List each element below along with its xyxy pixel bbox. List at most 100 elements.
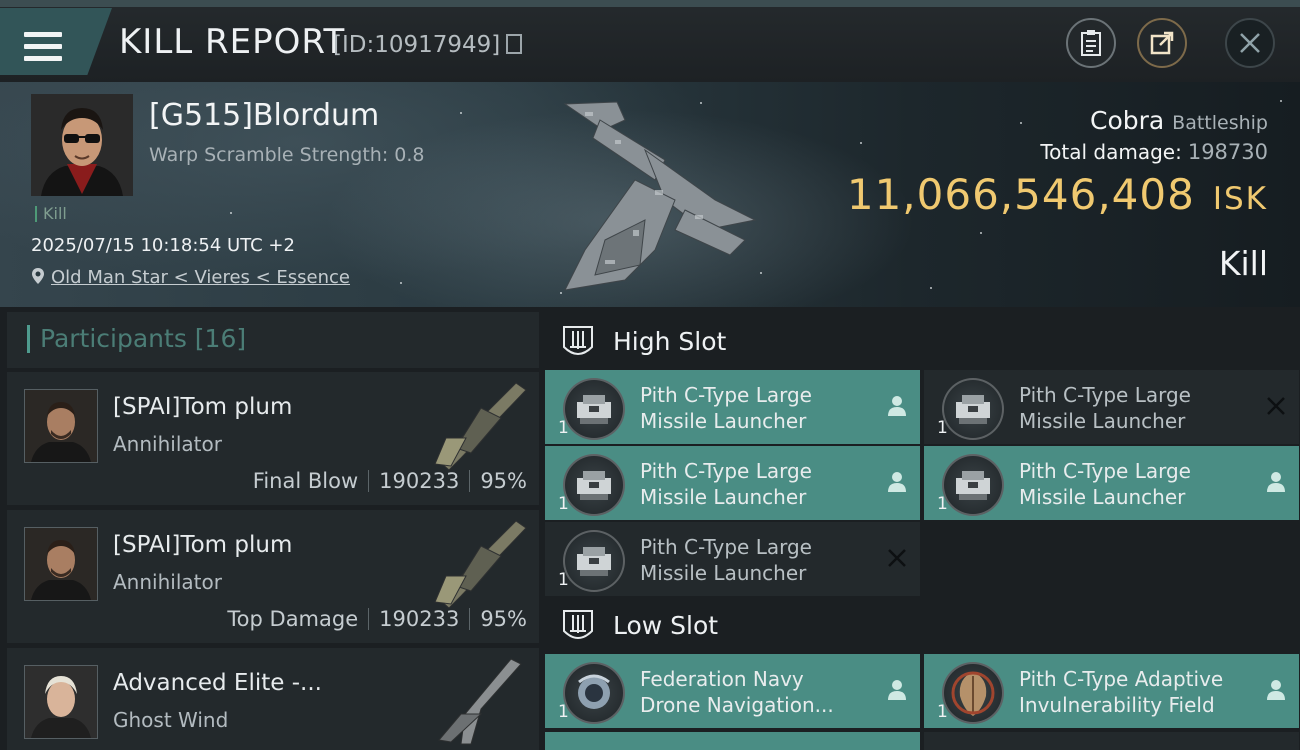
close-icon — [1240, 33, 1260, 53]
participant-role: Final Blow — [252, 469, 359, 493]
person-icon — [888, 396, 906, 416]
module-name-line2: Invulnerability Field — [1019, 693, 1215, 717]
high-slot-label: High Slot — [613, 327, 727, 356]
module-slot[interactable] — [545, 732, 920, 750]
low-slot-header: Low Slot — [545, 596, 1300, 656]
module-slot[interactable]: 1 Pith C-Type Large Missile Launcher — [545, 370, 920, 444]
total-damage: Total damage: 198730 — [1040, 140, 1268, 164]
module-slot[interactable] — [924, 732, 1299, 750]
person-icon — [888, 680, 906, 700]
module-name-line1: Federation Navy — [640, 667, 804, 691]
module-name: Federation Navy Drone Navigation... — [640, 666, 870, 718]
participant-ship-image — [438, 658, 522, 745]
isk-value: 11,066,546,408 ISK — [847, 170, 1268, 219]
share-button[interactable] — [1137, 18, 1187, 68]
participant-card[interactable]: [SPAI]Tom plum Annihilator Top Damage 190… — [7, 510, 539, 643]
participant-ship: Ghost Wind — [113, 708, 229, 732]
module-quantity: 1 — [558, 702, 569, 722]
module-quantity: 1 — [937, 702, 948, 722]
participant-name: [SPAI]Tom plum — [113, 532, 293, 558]
participant-ship: Annihilator — [113, 432, 222, 456]
low-slot-icon — [563, 610, 593, 639]
missile-launcher-icon — [942, 378, 1004, 440]
report-id[interactable]: [ID:10917949] — [333, 32, 523, 58]
menu-button[interactable] — [0, 8, 112, 75]
module-name: Pith C-Type Large Missile Launcher — [640, 382, 870, 434]
kill-location[interactable]: Old Man Star < Vieres < Essence — [31, 267, 350, 288]
kill-datetime: 2025/07/15 10:18:54 UTC +2 — [31, 235, 295, 256]
module-slot[interactable]: 1 Pith C-Type Adaptive Invulnerability Fi… — [924, 654, 1299, 728]
module-quantity: 1 — [937, 494, 948, 514]
module-quantity: 1 — [937, 418, 948, 438]
module-name-line1: Pith C-Type Large — [1019, 459, 1191, 483]
module-slot[interactable]: 1 Pith C-Type Large Missile Launcher — [924, 370, 1299, 444]
victim-name[interactable]: [G515]Blordum — [149, 98, 379, 133]
participant-card[interactable]: [SPAI]Tom plum Annihilator Final Blow 190… — [7, 372, 539, 505]
destroyed-x-icon — [1267, 397, 1285, 415]
clipboard-button[interactable] — [1066, 18, 1116, 68]
module-name: Pith C-Type Large Missile Launcher — [640, 534, 870, 586]
participant-portrait[interactable] — [24, 665, 98, 739]
victim-ship-image — [563, 101, 757, 291]
module-slot[interactable]: 1 Pith C-Type Large Missile Launcher — [924, 446, 1299, 520]
participant-card[interactable]: Advanced Elite -... Ghost Wind — [7, 648, 539, 750]
pilot-avatar-icon — [31, 94, 133, 196]
participant-portrait[interactable] — [24, 527, 98, 601]
participant-ship-image — [434, 382, 527, 471]
participant-percent: 95% — [480, 469, 527, 493]
missile-launcher-icon — [563, 530, 625, 592]
participant-damage: 190233 — [379, 607, 460, 631]
module-name-line2: Missile Launcher — [640, 561, 807, 585]
total-damage-label: Total damage: — [1040, 140, 1182, 164]
module-name-line2: Missile Launcher — [1019, 409, 1186, 433]
person-icon — [888, 472, 906, 492]
module-quantity: 1 — [558, 418, 569, 438]
module-name-line2: Missile Launcher — [640, 485, 807, 509]
module-name-line1: Pith C-Type Large — [1019, 383, 1191, 407]
participant-damage: 190233 — [379, 469, 460, 493]
module-name: Pith C-Type Large Missile Launcher — [1019, 458, 1249, 510]
module-name-line1: Pith C-Type Large — [640, 383, 812, 407]
module-name: Pith C-Type Large Missile Launcher — [1019, 382, 1249, 434]
location-pin-icon — [32, 268, 44, 284]
participants-label: Participants [16] — [27, 325, 246, 353]
participants-header[interactable]: Participants [16] — [7, 312, 539, 368]
isk-amount: 11,066,546,408 — [846, 170, 1195, 219]
missile-launcher-icon — [942, 454, 1004, 516]
person-icon — [1267, 680, 1285, 700]
page-title: KILL REPORT — [119, 22, 346, 62]
kill-tag: Kill — [35, 206, 67, 222]
close-button[interactable] — [1225, 18, 1275, 68]
clipboard-icon — [1081, 30, 1101, 56]
share-icon — [1150, 31, 1174, 55]
pilot-avatar-icon — [25, 528, 97, 600]
copy-icon[interactable] — [506, 34, 523, 54]
participant-role: Top Damage — [227, 607, 359, 631]
module-slot[interactable]: 1 Federation Navy Drone Navigation... — [545, 654, 920, 728]
hamburger-icon — [24, 32, 62, 62]
destroyed-x-icon — [888, 549, 906, 567]
isk-unit: ISK — [1212, 181, 1268, 217]
module-name-line2: Drone Navigation... — [640, 693, 834, 717]
participant-percent: 95% — [480, 607, 527, 631]
missile-launcher-icon — [563, 454, 625, 516]
module-name: Pith C-Type Large Missile Launcher — [640, 458, 870, 510]
module-slot[interactable]: 1 Pith C-Type Large Missile Launcher — [545, 446, 920, 520]
victim-portrait[interactable] — [31, 94, 133, 196]
module-name-line2: Missile Launcher — [640, 409, 807, 433]
module-quantity: 1 — [558, 494, 569, 514]
module-name-line1: Pith C-Type Large — [640, 459, 812, 483]
ship-class: Battleship — [1172, 112, 1268, 134]
participant-portrait[interactable] — [24, 389, 98, 463]
victim-ship[interactable]: Cobra Battleship — [1090, 106, 1268, 135]
participant-stats: Top Damage 190233 95% — [227, 607, 527, 631]
module-slot[interactable]: 1 Pith C-Type Large Missile Launcher — [545, 522, 920, 596]
victim-banner: [G515]Blordum Warp Scramble Strength: 0.… — [0, 82, 1300, 307]
module-name-line1: Pith C-Type Large — [640, 535, 812, 559]
report-id-text: [ID:10917949] — [333, 32, 501, 58]
location-link[interactable]: Old Man Star < Vieres < Essence — [51, 267, 350, 288]
result-label: Kill — [1218, 244, 1268, 283]
pilot-avatar-icon — [25, 666, 97, 738]
title-accent-line — [0, 0, 1300, 7]
title-bar: KILL REPORT [ID:10917949] — [0, 0, 1300, 82]
